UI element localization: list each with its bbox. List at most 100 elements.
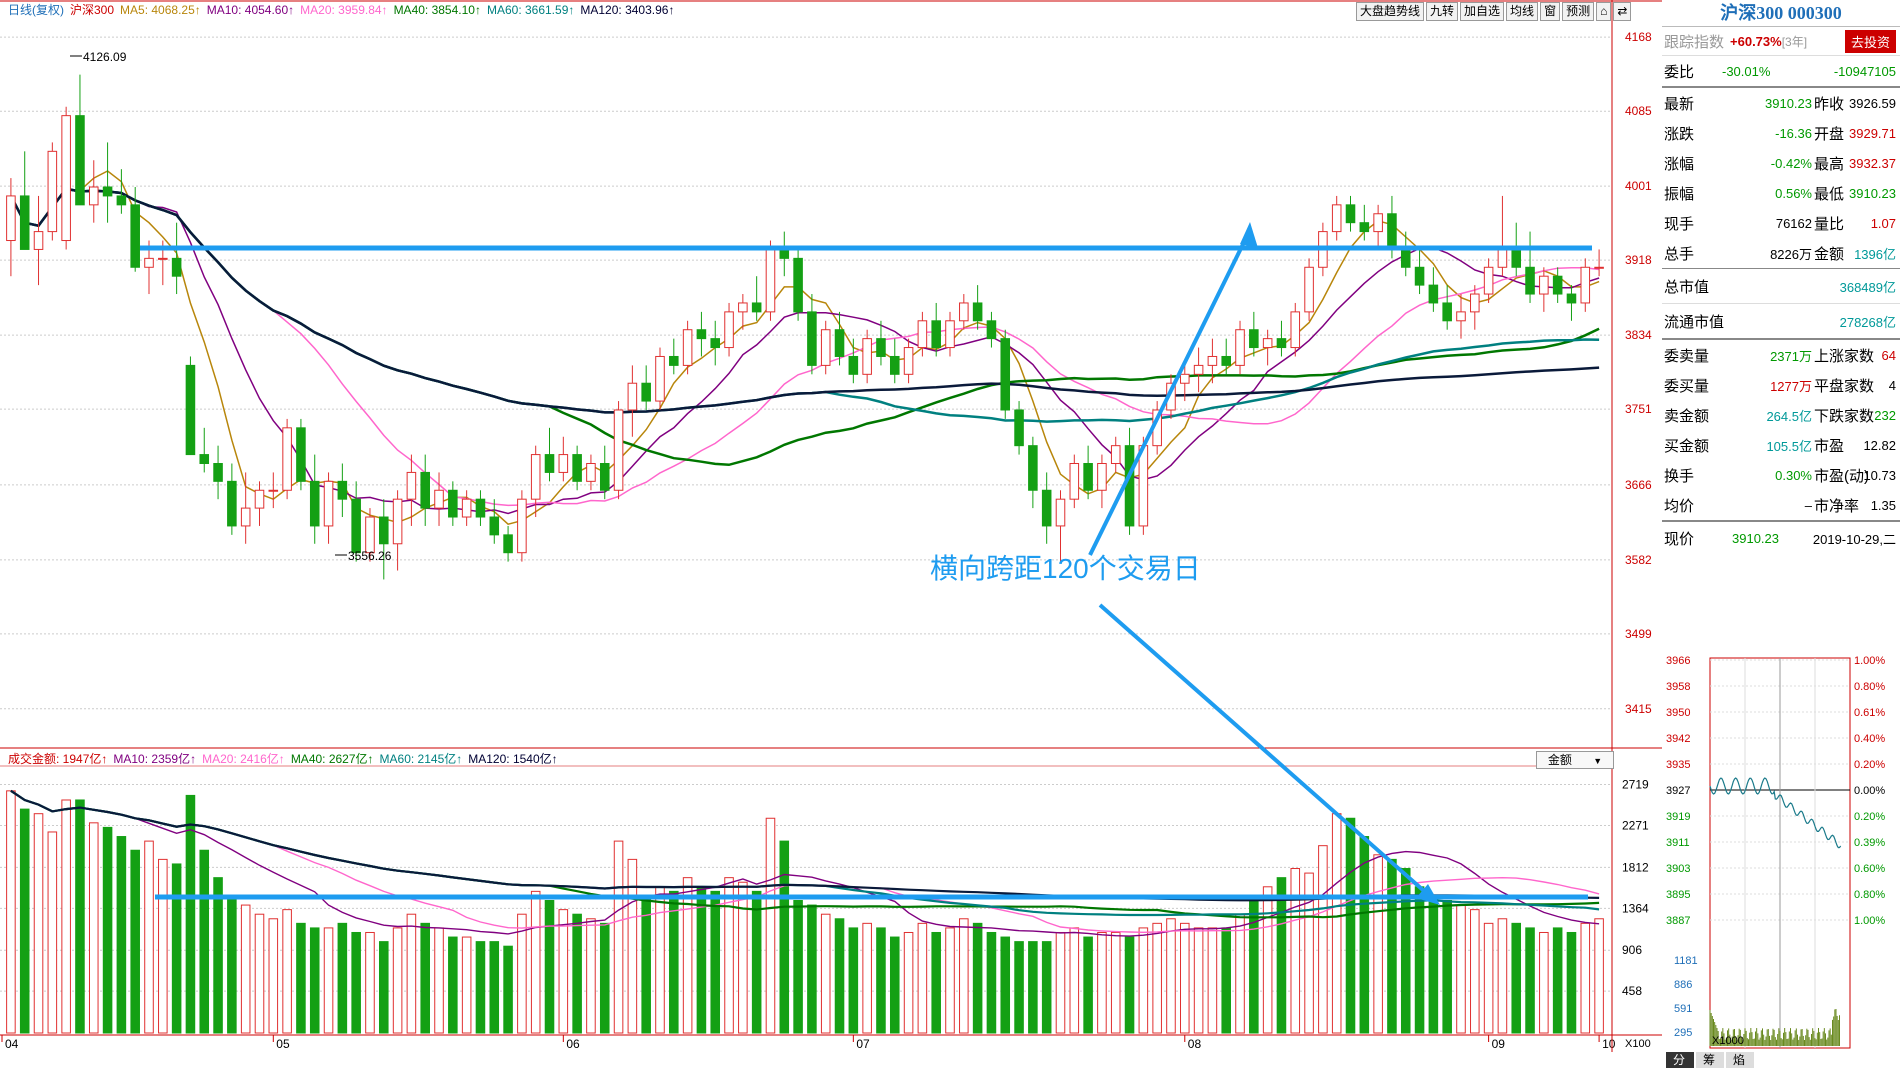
vol-header: 成交金额: 1947亿↑ MA10: 2359亿↑ MA20: 2416亿↑ MA40… xyxy=(8,751,558,766)
volume-bar xyxy=(144,840,154,1034)
candle-body xyxy=(1414,266,1425,286)
volume-bar xyxy=(572,913,582,1034)
volume-bar xyxy=(641,895,651,1034)
volume-bar xyxy=(917,922,928,1034)
toolbar-add-favorite-button[interactable]: 加自选 xyxy=(1460,2,1505,21)
candle-body xyxy=(1594,266,1604,269)
candle-body xyxy=(130,204,140,268)
toolbar-nine-turn-button[interactable]: 九转 xyxy=(1426,2,1459,21)
lock-icon[interactable]: ⌂ xyxy=(1596,2,1612,21)
volume-bar xyxy=(461,936,472,1034)
volume-bar xyxy=(61,799,71,1034)
volume-bar xyxy=(862,922,872,1034)
chart-toolbar: 大盘趋势线 九转 加自选 均线 窗 预测 ⌂ ⇄ xyxy=(1356,2,1632,21)
volume-bar xyxy=(1318,845,1328,1034)
quote-row: 涨跌 -16.36 开盘 3929.71 xyxy=(1662,118,1900,148)
row-label-1: 买金额 xyxy=(1664,437,1710,455)
volume-bar xyxy=(75,799,85,1034)
panel-title: 沪深300 000300 xyxy=(1662,0,1900,27)
volume-bar xyxy=(296,922,306,1034)
candle-body xyxy=(33,231,44,250)
candle-body xyxy=(102,186,113,197)
volume-metric-select[interactable]: 金额 ▼ xyxy=(1536,751,1614,769)
volume-bar xyxy=(655,886,665,1034)
candle-body xyxy=(655,355,665,402)
quote-row: 涨幅 -0.42% 最高 3932.37 xyxy=(1662,148,1900,178)
candle-body xyxy=(158,257,168,260)
volume-bar xyxy=(558,909,569,1034)
month-label: 07 xyxy=(856,1037,870,1051)
volume-bar xyxy=(1152,922,1162,1034)
row-value-1: 264.5亿 xyxy=(1766,408,1812,424)
volume-bar xyxy=(19,808,30,1034)
invest-button[interactable]: 去投资 xyxy=(1844,30,1896,53)
volume-bar xyxy=(88,822,99,1034)
candle-body xyxy=(1456,311,1466,322)
toolbar-trend-button[interactable]: 大盘趋势线 xyxy=(1356,2,1425,21)
candle-body xyxy=(613,409,624,491)
mini-left-label: 3927 xyxy=(1666,785,1690,797)
row-value-2: 1.07 xyxy=(1870,215,1896,231)
row-value-1: 1277万 xyxy=(1770,378,1812,394)
volume-bar xyxy=(1221,927,1231,1034)
volume-bar xyxy=(986,931,997,1034)
volume-bar xyxy=(959,918,969,1034)
candle-body xyxy=(489,516,500,536)
candle-body xyxy=(862,338,872,375)
candle-body xyxy=(765,248,776,313)
header-item: MA40: 2627亿↑ xyxy=(291,751,374,766)
toolbar-forecast-button[interactable]: 预测 xyxy=(1562,2,1595,21)
candle-body xyxy=(88,186,99,206)
month-label: 04 xyxy=(5,1037,19,1051)
candle-body xyxy=(282,427,292,491)
volume-metric-label: 金额 xyxy=(1547,753,1572,767)
mini-left-label: 3958 xyxy=(1666,681,1690,693)
volume-bar xyxy=(254,913,265,1034)
month-label: 10 xyxy=(1602,1037,1616,1051)
volume-bar xyxy=(503,945,513,1034)
volume-bar xyxy=(1193,927,1204,1034)
candle-body xyxy=(530,454,541,500)
candle-body xyxy=(1387,213,1397,250)
mini-vol-label: 1181 xyxy=(1674,955,1698,967)
candle-body xyxy=(1483,266,1494,295)
price-tick-label: 3415 xyxy=(1625,702,1652,716)
mini-tab-label: 筹 xyxy=(1703,1053,1715,1067)
candle-body xyxy=(1262,338,1273,349)
candle-body xyxy=(227,480,237,527)
candle-body xyxy=(1511,248,1522,268)
volume-bar xyxy=(779,840,790,1034)
candle-body xyxy=(19,195,30,250)
header-item: MA40: 3854.10↑ xyxy=(394,3,481,17)
candle-body xyxy=(1138,445,1149,527)
mini-right-label: 0.40% xyxy=(1854,733,1885,745)
track-label: 跟踪指数 xyxy=(1664,33,1725,51)
mini-vol-label: 295 xyxy=(1674,1027,1692,1039)
header-item: 成交金额: 1947亿↑ xyxy=(8,751,107,766)
track-value: +60.73% xyxy=(1730,33,1782,49)
candle-body xyxy=(254,489,265,509)
candle-body xyxy=(1000,338,1011,411)
price-tick-label: 3666 xyxy=(1625,478,1652,492)
toolbar-ma-button[interactable]: 均线 xyxy=(1506,2,1539,21)
price-tick-label: 3582 xyxy=(1625,553,1652,567)
float-mv-value: 278268亿 xyxy=(1839,314,1896,330)
intraday-chart[interactable]: 3966 1.00% 3958 0.80% 3950 0.61% 3942 0.40% 3935… xyxy=(1662,650,1900,1070)
toolbar-window-button[interactable]: 窗 xyxy=(1540,2,1561,21)
row-label-1: 委卖量 xyxy=(1664,347,1710,365)
quote-row: 卖金额 264.5亿 下跌家数 232 xyxy=(1662,400,1900,430)
arrow-icon[interactable]: ⇄ xyxy=(1613,2,1632,21)
mini-vol-label: 591 xyxy=(1674,1003,1692,1015)
header-item: MA120: 3403.96↑ xyxy=(580,3,674,17)
kline-chart[interactable]: 4168 4085 4001 3918 3834 3751 3666 3582 3499 3415… xyxy=(0,0,1662,1052)
now-label: 现价 xyxy=(1664,530,1695,548)
candle-body xyxy=(903,347,914,375)
row-value-2: 12.82 xyxy=(1863,437,1896,453)
volume-bar xyxy=(1331,813,1342,1034)
mini-tab-label: 分 xyxy=(1673,1053,1685,1067)
volume-bar xyxy=(1166,918,1176,1034)
candle-body xyxy=(309,480,320,527)
row-value-2: 1.35 xyxy=(1870,497,1896,513)
row-label-2: 昨收 xyxy=(1814,95,1845,113)
header-item: MA10: 2359亿↑ xyxy=(113,751,196,766)
